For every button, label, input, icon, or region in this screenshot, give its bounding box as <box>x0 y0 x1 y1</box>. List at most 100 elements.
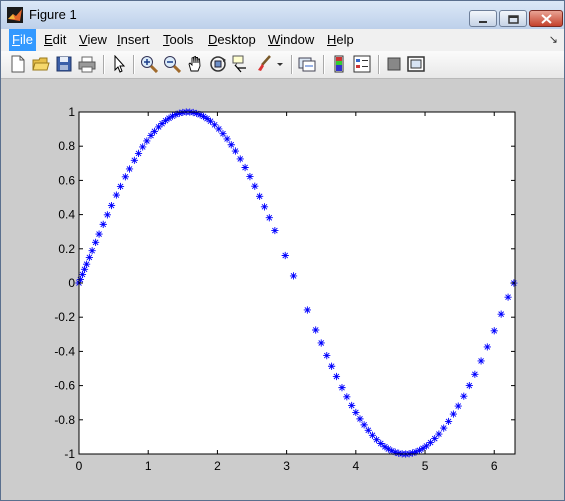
x-tick-label: 4 <box>352 459 359 473</box>
minimize-button[interactable] <box>469 10 497 27</box>
data-point <box>99 220 107 228</box>
x-tick-label: 5 <box>422 459 429 473</box>
menu-file[interactable]: File <box>9 29 36 51</box>
insert-legend-icon[interactable] <box>353 55 371 73</box>
data-point <box>352 408 360 417</box>
data-point <box>303 306 311 314</box>
x-tick-label: 3 <box>283 459 290 473</box>
window-title: Figure 1 <box>29 7 77 22</box>
matlab-logo-icon <box>7 7 23 23</box>
menu-help[interactable]: Help <box>327 29 354 51</box>
figure-window: Figure 1 File Edit View Insert Tools Des… <box>0 0 565 501</box>
data-point <box>236 155 244 163</box>
menu-edit-label: dit <box>52 32 67 47</box>
data-point <box>265 214 273 222</box>
maximize-button[interactable] <box>499 10 527 27</box>
data-point <box>88 247 96 255</box>
pan-hand-icon[interactable] <box>186 55 204 73</box>
data-point <box>449 410 458 418</box>
data-point <box>477 357 485 365</box>
y-tick-label: 0 <box>68 276 75 290</box>
open-file-icon[interactable] <box>32 55 50 73</box>
menu-help-mnemonic: H <box>327 32 337 47</box>
y-tick-label: -0.6 <box>54 379 75 393</box>
x-tick-label: 6 <box>491 459 498 473</box>
data-point <box>271 226 279 235</box>
maximize-icon <box>507 9 519 28</box>
close-icon <box>540 9 552 28</box>
menu-edit-mnemonic: E <box>44 32 53 47</box>
data-point <box>241 163 249 172</box>
data-point <box>112 191 120 199</box>
y-tick-label: 0.4 <box>58 208 75 222</box>
close-button[interactable] <box>529 10 563 27</box>
menu-insert-label: nsert <box>120 32 150 47</box>
y-tick-label: -0.4 <box>54 344 75 358</box>
zoom-in-icon[interactable] <box>140 55 158 73</box>
menu-tools[interactable]: Tools <box>163 29 193 51</box>
y-tick-label: 0.8 <box>58 139 75 153</box>
new-figure-icon[interactable] <box>9 55 27 73</box>
data-point <box>360 421 368 429</box>
menu-desktop-mnemonic: D <box>208 32 218 47</box>
insert-colorbar-icon[interactable] <box>330 55 348 73</box>
data-cursor-icon[interactable] <box>232 55 250 73</box>
rotate-3d-icon[interactable] <box>209 55 227 73</box>
zoom-out-icon[interactable] <box>163 55 181 73</box>
axes-plot[interactable]: 0 1 2 3 4 5 6 -1 -0.8 -0.6 -0.4 -0.2 0 0.2 0.4 0.6 0.8 1 <box>1 79 564 500</box>
menu-window-label: indow <box>280 32 315 47</box>
y-tick-label: 0.6 <box>58 173 75 187</box>
title-bar[interactable]: Figure 1 <box>1 1 564 29</box>
data-point <box>125 165 134 173</box>
edit-plot-arrow-icon[interactable] <box>110 55 128 73</box>
menu-tools-label: ools <box>169 32 194 47</box>
data-point <box>483 343 491 351</box>
data-point <box>223 135 231 143</box>
data-point <box>251 182 259 190</box>
y-tick-label: 0.2 <box>58 242 75 256</box>
save-icon[interactable] <box>55 55 73 73</box>
link-plot-icon[interactable] <box>298 55 316 73</box>
menu-view[interactable]: View <box>79 29 107 51</box>
brush-dropdown-icon[interactable] <box>275 55 285 73</box>
data-point <box>348 401 356 410</box>
menu-bar: File Edit View Insert Tools Desktop Wind… <box>1 29 564 51</box>
data-point <box>246 172 254 181</box>
data-point <box>92 238 100 246</box>
menu-file-mnemonic: F <box>12 32 20 47</box>
menu-window-mnemonic: W <box>268 32 281 47</box>
data-point <box>504 293 512 301</box>
x-tick-label: 2 <box>214 459 221 473</box>
axes-background <box>79 112 515 454</box>
show-plot-tools-icon[interactable] <box>407 55 425 73</box>
data-point <box>107 201 116 210</box>
menu-window[interactable]: Window <box>268 29 314 51</box>
data-point <box>465 381 473 390</box>
y-tick-label: -1 <box>64 447 75 461</box>
menu-edit[interactable]: Edit <box>44 29 66 51</box>
y-tick-label: -0.8 <box>54 413 75 427</box>
menu-desktop-label: esktop <box>217 32 256 47</box>
print-icon[interactable] <box>78 55 96 73</box>
minimize-icon <box>478 9 488 28</box>
dock-arrow-icon[interactable]: ↘ <box>549 33 558 46</box>
x-tick-label: 1 <box>145 459 152 473</box>
hide-plot-tools-icon[interactable] <box>385 55 403 73</box>
data-point <box>147 131 155 140</box>
data-point <box>134 149 143 158</box>
y-tick-label: -0.2 <box>54 310 75 324</box>
menu-desktop[interactable]: Desktop <box>208 29 256 51</box>
data-point <box>471 370 479 378</box>
figure-canvas: 0 1 2 3 4 5 6 -1 -0.8 -0.6 -0.4 -0.2 0 0.2 0.4 0.6 0.8 1 <box>1 79 564 500</box>
brush-icon[interactable] <box>255 55 273 73</box>
y-tick-label: 1 <box>68 105 75 119</box>
data-point <box>444 417 453 426</box>
data-point <box>231 147 240 155</box>
data-point <box>103 211 111 219</box>
menu-view-label: iew <box>87 32 107 47</box>
menu-help-label: elp <box>336 32 354 47</box>
x-tick-label: 0 <box>76 459 83 473</box>
data-point <box>95 230 103 238</box>
figure-toolbar <box>1 51 564 79</box>
menu-insert[interactable]: Insert <box>117 29 150 51</box>
